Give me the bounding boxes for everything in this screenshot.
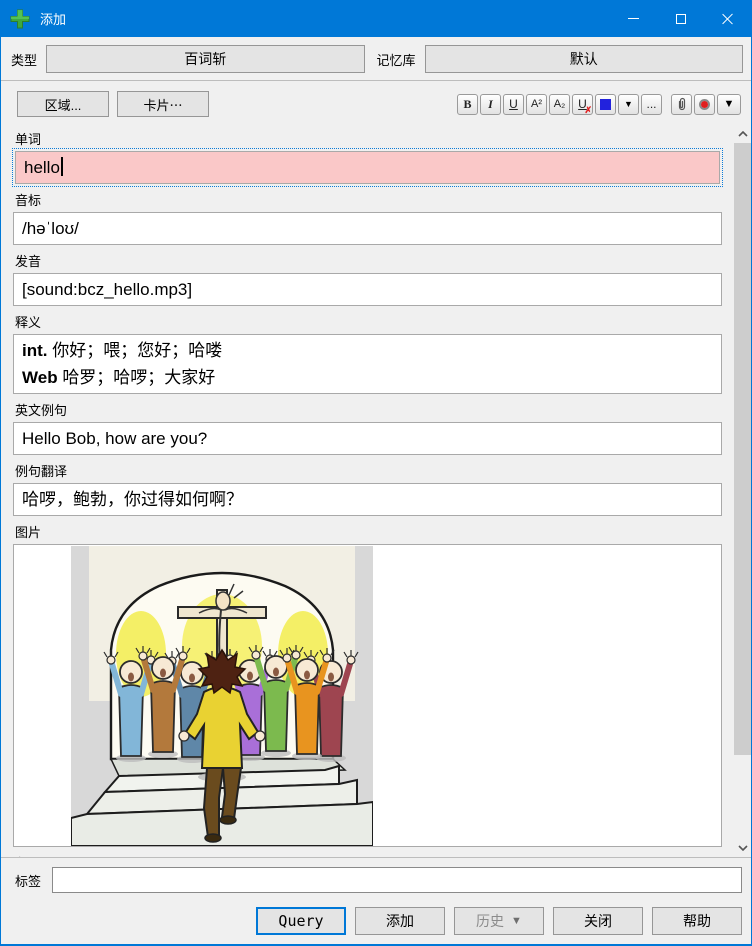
italic-button[interactable]: I — [480, 94, 501, 115]
footer-buttons: Query 添加 历史 ▼ 关闭 帮助 — [1, 902, 751, 944]
definition-line: int. 你好；喂；您好；哈喽 — [22, 337, 713, 364]
field-translation[interactable]: 哈啰，鲍勃，你过得如何啊？ — [13, 483, 722, 516]
red-x-icon: ✗ — [584, 105, 592, 116]
maximize-button[interactable] — [657, 0, 704, 37]
help-button[interactable]: 帮助 — [652, 907, 742, 935]
format-toolbar: B I U A² A₂ U✗ ▼ ... ▼ — [457, 94, 743, 115]
fields-column: 单词 hello 音标 /həˈloʊ/ 发音 [sound:bcz_hello… — [1, 125, 734, 857]
superscript-button[interactable]: A² — [526, 94, 547, 115]
text-caret — [61, 157, 63, 176]
definition-pos: Web — [22, 368, 58, 387]
field-label-pronunciation: 发音 — [15, 251, 720, 270]
picture-image — [71, 546, 373, 846]
field-definition[interactable]: int. 你好；喂；您好；哈喽 Web 哈罗；哈啰；大家好 — [13, 334, 722, 394]
type-label: 类型 — [9, 50, 46, 69]
field-phonetic-value: /həˈloʊ/ — [22, 219, 79, 238]
field-example-value: Hello Bob, how are you? — [22, 429, 207, 448]
titlebar[interactable]: 添加 — [1, 0, 751, 37]
deck-button[interactable]: 默认 — [425, 45, 743, 73]
scroll-up-button[interactable] — [734, 125, 751, 143]
field-word-value: hello — [24, 158, 60, 177]
field-label-pictograph: 象形 — [15, 853, 720, 857]
history-label: 历史 — [476, 911, 504, 931]
type-deck-row: 类型 百词斩 记忆库 默认 — [1, 37, 751, 81]
field-label-translation: 例句翻译 — [15, 461, 720, 480]
field-example[interactable]: Hello Bob, how are you? — [13, 422, 722, 455]
window-title: 添加 — [40, 9, 66, 28]
paperclip-icon — [676, 97, 688, 111]
field-label-picture: 图片 — [15, 522, 720, 541]
vertical-scrollbar[interactable] — [734, 125, 751, 857]
fields-scroll-region: 单词 hello 音标 /həˈloʊ/ 发音 [sound:bcz_hello… — [1, 125, 751, 858]
field-phonetic[interactable]: /həˈloʊ/ — [13, 212, 722, 245]
toolbar-row: 区域... 卡片⋯ B I U A² A₂ U✗ ▼ ... ▼ — [1, 81, 751, 125]
tags-label: 标签 — [15, 871, 41, 890]
field-label-word: 单词 — [15, 129, 720, 148]
close-dialog-button[interactable]: 关闭 — [553, 907, 643, 935]
definition-pos: int. — [22, 341, 48, 360]
more-options-button[interactable]: ▼ — [717, 94, 741, 115]
add-button[interactable]: 添加 — [355, 907, 445, 935]
chevron-up-icon — [738, 131, 748, 137]
minimize-icon — [628, 18, 639, 19]
field-label-definition: 释义 — [15, 312, 720, 331]
subscript-button[interactable]: A₂ — [549, 94, 570, 115]
tags-row: 标签 — [1, 858, 751, 902]
field-translation-value: 哈啰，鲍勃，你过得如何啊？ — [22, 490, 243, 509]
add-note-dialog: 添加 类型 百词斩 记忆库 默认 区域... 卡片⋯ B I U A² A₂ U… — [0, 0, 752, 946]
field-word[interactable]: hello — [15, 151, 720, 184]
record-audio-button[interactable] — [694, 94, 715, 115]
remove-format-button[interactable]: U✗ — [572, 94, 593, 115]
attach-media-button[interactable] — [671, 94, 692, 115]
minimize-button[interactable] — [610, 0, 657, 37]
field-label-phonetic: 音标 — [15, 190, 720, 209]
definition-text: 哈罗；哈啰；大家好 — [62, 368, 215, 387]
cards-button[interactable]: 卡片⋯ — [117, 91, 209, 117]
cloze-button[interactable]: ... — [641, 94, 662, 115]
color-swatch-icon — [600, 99, 611, 110]
history-button[interactable]: 历史 ▼ — [454, 907, 544, 935]
underline-button[interactable]: U — [503, 94, 524, 115]
field-picture[interactable] — [13, 544, 722, 847]
definition-text: 你好；喂；您好；哈喽 — [52, 341, 222, 360]
record-icon — [699, 99, 710, 110]
close-button[interactable] — [704, 0, 751, 37]
maximize-icon — [676, 14, 686, 24]
text-color-button[interactable] — [595, 94, 616, 115]
chevron-down-icon: ▼ — [511, 915, 522, 927]
field-pronunciation[interactable]: [sound:bcz_hello.mp3] — [13, 273, 722, 306]
add-plus-icon — [10, 9, 30, 29]
chevron-down-icon — [738, 845, 748, 851]
bold-button[interactable]: B — [457, 94, 478, 115]
color-dropdown-button[interactable]: ▼ — [618, 94, 639, 115]
deck-label: 记忆库 — [375, 50, 425, 69]
field-pronunciation-value: [sound:bcz_hello.mp3] — [22, 280, 192, 299]
scroll-down-button[interactable] — [734, 839, 751, 857]
definition-line: Web 哈罗；哈啰；大家好 — [22, 364, 713, 391]
chevron-down-icon: ▼ — [724, 98, 735, 110]
note-type-button[interactable]: 百词斩 — [46, 45, 364, 73]
field-label-example: 英文例句 — [15, 400, 720, 419]
chevron-down-icon: ▼ — [624, 99, 633, 109]
fields-button[interactable]: 区域... — [17, 91, 109, 117]
query-button[interactable]: Query — [256, 907, 346, 935]
tags-input[interactable] — [52, 867, 742, 893]
scrollbar-thumb[interactable] — [734, 143, 751, 755]
close-icon — [722, 13, 734, 25]
